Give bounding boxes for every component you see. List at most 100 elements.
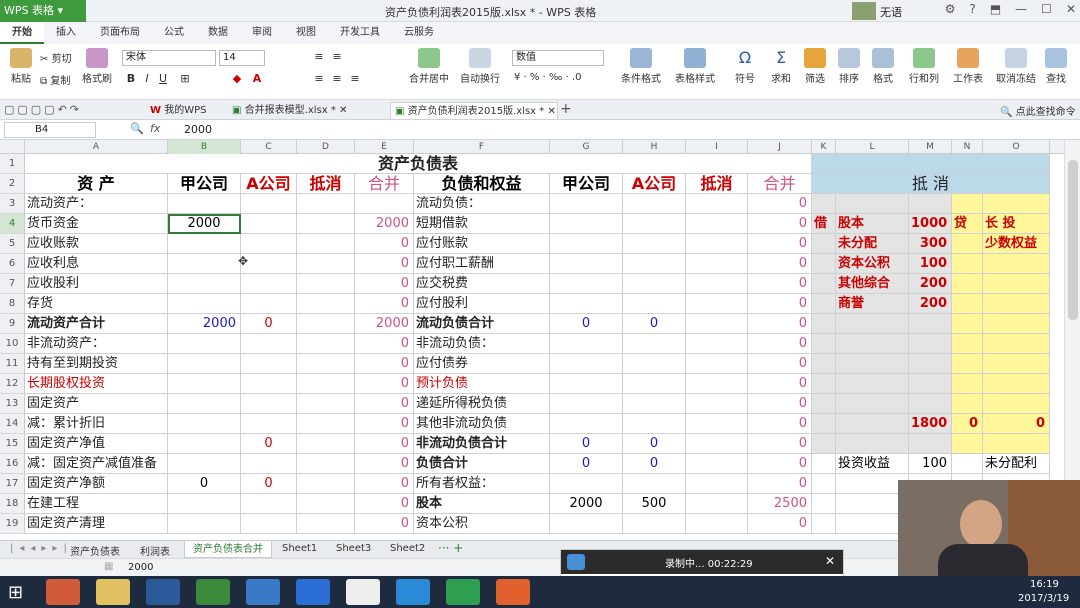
sheet-tab-balance[interactable]: 资产负债表	[70, 543, 120, 558]
grid-cell[interactable]	[909, 434, 952, 454]
italic-button[interactable]: I	[140, 72, 154, 86]
grid-cell[interactable]	[812, 474, 836, 494]
find-button[interactable]: 查找	[1040, 48, 1072, 85]
row-header[interactable]: 19	[0, 514, 25, 534]
grid-cell[interactable]	[623, 234, 686, 254]
add-sheet-icon[interactable]: ··· +	[438, 541, 463, 555]
grid-cell[interactable]	[983, 274, 1050, 294]
value-E9[interactable]: 2000	[355, 314, 414, 334]
asset-label[interactable]: 持有至到期投资	[25, 354, 168, 374]
grid-cell[interactable]	[241, 414, 297, 434]
column-header[interactable]: J	[748, 140, 812, 154]
grid-cell[interactable]	[168, 274, 241, 294]
merge-center-button[interactable]: 合并居中	[404, 48, 454, 85]
active-cell-B4[interactable]: 2000	[168, 214, 241, 234]
liability-label[interactable]: 股本	[414, 494, 550, 514]
tab-page-layout[interactable]: 页面布局	[88, 22, 152, 44]
grid-cell[interactable]	[355, 194, 414, 214]
asset-label[interactable]: 固定资产净值	[25, 434, 168, 454]
value-G9[interactable]: 0	[550, 314, 623, 334]
offset-amount[interactable]: 1800	[909, 414, 952, 434]
grid-cell[interactable]	[909, 314, 952, 334]
offset-amount[interactable]: 300	[909, 234, 952, 254]
grid-cell[interactable]	[686, 414, 748, 434]
value-J13[interactable]: 0	[748, 394, 812, 414]
close-icon[interactable]: ✕	[1066, 2, 1076, 16]
value-J12[interactable]: 0	[748, 374, 812, 394]
value-E6[interactable]: 0	[355, 254, 414, 274]
value-J4[interactable]: 0	[748, 214, 812, 234]
tab-insert[interactable]: 插入	[44, 22, 88, 44]
grid-cell[interactable]	[952, 274, 983, 294]
grid-cell[interactable]	[686, 474, 748, 494]
grid-cell[interactable]	[812, 314, 836, 334]
row-header[interactable]: 17	[0, 474, 25, 494]
maximize-icon[interactable]: ☐	[1041, 2, 1052, 16]
asset-label[interactable]: 流动资产：	[25, 194, 168, 214]
font-color-icon[interactable]: A	[250, 72, 264, 86]
grid-cell[interactable]	[686, 434, 748, 454]
header-B[interactable]: 甲公司	[168, 174, 241, 194]
explorer-icon[interactable]	[96, 579, 130, 605]
table-style-button[interactable]: 表格样式	[670, 48, 720, 85]
grid-cell[interactable]	[168, 434, 241, 454]
asset-label[interactable]: 长期股权投资	[25, 374, 168, 394]
grid-cell[interactable]	[623, 394, 686, 414]
help-icon[interactable]: ?	[969, 2, 975, 16]
grid-cell[interactable]	[297, 494, 355, 514]
grid-cell[interactable]	[983, 254, 1050, 274]
filter-button[interactable]: 筛选	[800, 48, 830, 85]
app-menu-button[interactable]: WPS 表格 ▾	[0, 0, 86, 22]
header-F[interactable]: 负债和权益	[414, 174, 550, 194]
offset-header-top[interactable]	[812, 154, 1050, 174]
grid-cell[interactable]	[623, 334, 686, 354]
grid-cell[interactable]	[168, 254, 241, 274]
grid-cell[interactable]	[909, 194, 952, 214]
app-icon-5[interactable]	[246, 579, 280, 605]
asset-label[interactable]: 减：累计折旧	[25, 414, 168, 434]
column-header[interactable]: B	[168, 140, 241, 154]
value-J5[interactable]: 0	[748, 234, 812, 254]
value-J10[interactable]: 0	[748, 334, 812, 354]
value-E15[interactable]: 0	[355, 434, 414, 454]
asset-label[interactable]: 固定资产净额	[25, 474, 168, 494]
grid-cell[interactable]	[983, 334, 1050, 354]
tab-home[interactable]: 开始	[0, 22, 44, 44]
grid-cell[interactable]	[623, 294, 686, 314]
grid-cell[interactable]	[983, 314, 1050, 334]
grid-cell[interactable]	[297, 394, 355, 414]
row-header[interactable]: 7	[0, 274, 25, 294]
align-right-icon[interactable]: ≡	[348, 72, 362, 86]
asset-label[interactable]: 减：固定资产减值准备	[25, 454, 168, 474]
value-J19[interactable]: 0	[748, 514, 812, 534]
value-E7[interactable]: 0	[355, 274, 414, 294]
offset-amount[interactable]: 100	[909, 454, 952, 474]
asset-label[interactable]: 固定资产清理	[25, 514, 168, 534]
offset-amount[interactable]: 200	[909, 274, 952, 294]
restore-icon[interactable]: ⬒	[990, 2, 1001, 16]
cut-button[interactable]: ✂ 剪切	[40, 50, 80, 65]
grid-cell[interactable]	[623, 194, 686, 214]
format-painter-button[interactable]: 格式刷	[82, 48, 112, 85]
asset-label[interactable]: 流动资产合计	[25, 314, 168, 334]
offset-o[interactable]: 长 投	[983, 214, 1050, 234]
sort-button[interactable]: 排序	[834, 48, 864, 85]
grid-cell[interactable]	[952, 294, 983, 314]
asset-label[interactable]: 固定资产	[25, 394, 168, 414]
number-format-buttons[interactable]: ¥ · % · ‰ · .0	[514, 72, 604, 83]
row-header[interactable]: 18	[0, 494, 25, 514]
row-header[interactable]: 11	[0, 354, 25, 374]
liability-label[interactable]: 短期借款	[414, 214, 550, 234]
offset-item[interactable]: 商誉	[836, 294, 909, 314]
value-E4[interactable]: 2000	[355, 214, 414, 234]
grid-cell[interactable]	[297, 234, 355, 254]
grid-cell[interactable]	[909, 394, 952, 414]
grid-cell[interactable]	[812, 274, 836, 294]
grid-cell[interactable]	[168, 514, 241, 534]
grid-cell[interactable]	[952, 314, 983, 334]
grid-cell[interactable]	[241, 494, 297, 514]
grid-cell[interactable]	[983, 394, 1050, 414]
user-name[interactable]: 无语	[880, 4, 902, 20]
doc-tab-active[interactable]: ▣ 资产负债利润表2015版.xlsx * ✕	[390, 102, 558, 119]
grid-cell[interactable]	[297, 194, 355, 214]
